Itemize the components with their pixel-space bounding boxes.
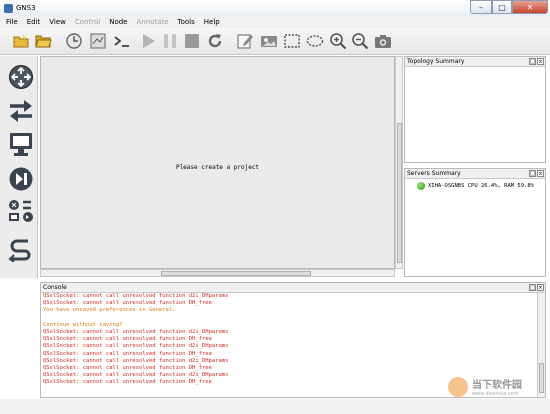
console-line: QSslSocket: cannot call unresolved funct…: [43, 329, 229, 335]
canvas-horizontal-scrollbar[interactable]: [40, 269, 395, 277]
console-line: QSslSocket: cannot call unresolved funct…: [43, 350, 212, 357]
snapshot-icon[interactable]: [65, 32, 83, 50]
maximize-button[interactable]: □: [492, 0, 512, 14]
security-devices-icon[interactable]: [8, 166, 34, 192]
menu-control[interactable]: Control: [75, 18, 100, 26]
open-project-icon[interactable]: [34, 32, 52, 50]
console-line: QSslSocket: cannot call unresolved funct…: [43, 357, 229, 364]
console-line: QSslSocket: cannot call unresolved funct…: [43, 300, 212, 307]
end-devices-icon[interactable]: [8, 131, 34, 157]
scroll-thumb[interactable]: [539, 363, 544, 393]
window-title: GNS3: [16, 4, 36, 12]
panel-title: Servers Summary: [407, 170, 461, 177]
close-panel-button[interactable]: ×: [537, 58, 544, 65]
menu-view[interactable]: View: [49, 18, 66, 26]
zoom-out-icon[interactable]: [351, 32, 369, 50]
float-panel-button[interactable]: □: [529, 58, 536, 65]
screenshot-icon[interactable]: [374, 32, 392, 50]
float-panel-button[interactable]: □: [529, 170, 536, 177]
switches-icon[interactable]: [8, 97, 34, 123]
window-controls: – □ ✕: [470, 0, 548, 14]
gns3-logo-icon: [4, 3, 13, 13]
menu-edit[interactable]: Edit: [27, 18, 41, 26]
reload-all-icon[interactable]: [206, 32, 224, 50]
site-watermark: 当下软件园 www.downxia.com: [448, 376, 522, 397]
add-note-icon[interactable]: [236, 32, 254, 50]
start-all-icon[interactable]: [139, 32, 157, 50]
scroll-thumb[interactable]: [161, 271, 311, 276]
close-panel-button[interactable]: ×: [537, 170, 544, 177]
server-entry[interactable]: XIHA-OSGNBS CPU 26.4%, RAM 59.8%: [405, 179, 545, 190]
console-line: QSslSocket: cannot call unresolved funct…: [43, 365, 212, 372]
draw-rectangle-icon[interactable]: [283, 32, 301, 50]
topology-canvas[interactable]: Please create a project: [40, 56, 395, 269]
canvas-message: Please create a project: [175, 164, 260, 171]
all-devices-icon[interactable]: [8, 199, 34, 225]
title-bar: GNS3 – □ ✕: [0, 0, 550, 16]
menu-file[interactable]: File: [6, 18, 18, 26]
console-line: Continue without saving?: [43, 321, 123, 328]
minimize-button[interactable]: –: [470, 0, 492, 14]
main-toolbar: [0, 28, 550, 55]
draw-ellipse-icon[interactable]: [306, 32, 324, 50]
zoom-in-icon[interactable]: [329, 32, 347, 50]
menu-help[interactable]: Help: [204, 18, 220, 26]
insert-picture-icon[interactable]: [260, 32, 278, 50]
show-interface-labels-icon[interactable]: [89, 32, 107, 50]
console-line: You have unsaved preferences in General.: [43, 307, 176, 314]
panel-header: Console □ ×: [41, 283, 545, 293]
panel-header: Servers Summary □ ×: [405, 169, 545, 179]
float-panel-button[interactable]: □: [529, 284, 536, 291]
console-line: QSslSocket: cannot call unresolved funct…: [43, 293, 229, 299]
suspend-all-icon[interactable]: [161, 32, 179, 50]
canvas-vertical-scrollbar[interactable]: [395, 56, 403, 269]
status-bar: [0, 399, 550, 414]
console-all-icon[interactable]: [113, 32, 131, 50]
routers-icon[interactable]: [8, 64, 34, 90]
stop-all-icon[interactable]: [183, 32, 201, 50]
menu-node[interactable]: Node: [109, 18, 127, 26]
menu-bar: File Edit View Control Node Annotate Too…: [0, 16, 550, 28]
topology-summary-panel: Topology Summary □ ×: [404, 56, 546, 163]
console-line: QSslSocket: cannot call unresolved funct…: [43, 336, 212, 343]
server-status-icon: [417, 182, 425, 190]
server-info: XIHA-OSGNBS CPU 26.4%, RAM 59.8%: [428, 183, 534, 189]
device-dock: [0, 56, 38, 278]
watermark-logo-icon: [448, 376, 468, 397]
close-panel-button[interactable]: ×: [537, 284, 544, 291]
watermark-url: www.downxia.com: [472, 391, 519, 397]
menu-tools[interactable]: Tools: [178, 18, 195, 26]
watermark-text: 当下软件园: [472, 380, 522, 391]
panel-title: Topology Summary: [407, 58, 465, 65]
panel-header: Topology Summary □ ×: [405, 57, 545, 67]
scroll-thumb[interactable]: [397, 123, 402, 263]
panel-title: Console: [43, 284, 67, 291]
close-button[interactable]: ✕: [512, 0, 548, 14]
console-line: QSslSocket: cannot call unresolved funct…: [43, 343, 229, 350]
add-link-icon[interactable]: [8, 236, 34, 263]
new-project-icon[interactable]: [12, 32, 30, 50]
menu-annotate[interactable]: Annotate: [137, 18, 169, 26]
servers-summary-panel: Servers Summary □ × XIHA-OSGNBS CPU 26.4%…: [404, 168, 546, 277]
console-scrollbar[interactable]: [537, 293, 545, 397]
